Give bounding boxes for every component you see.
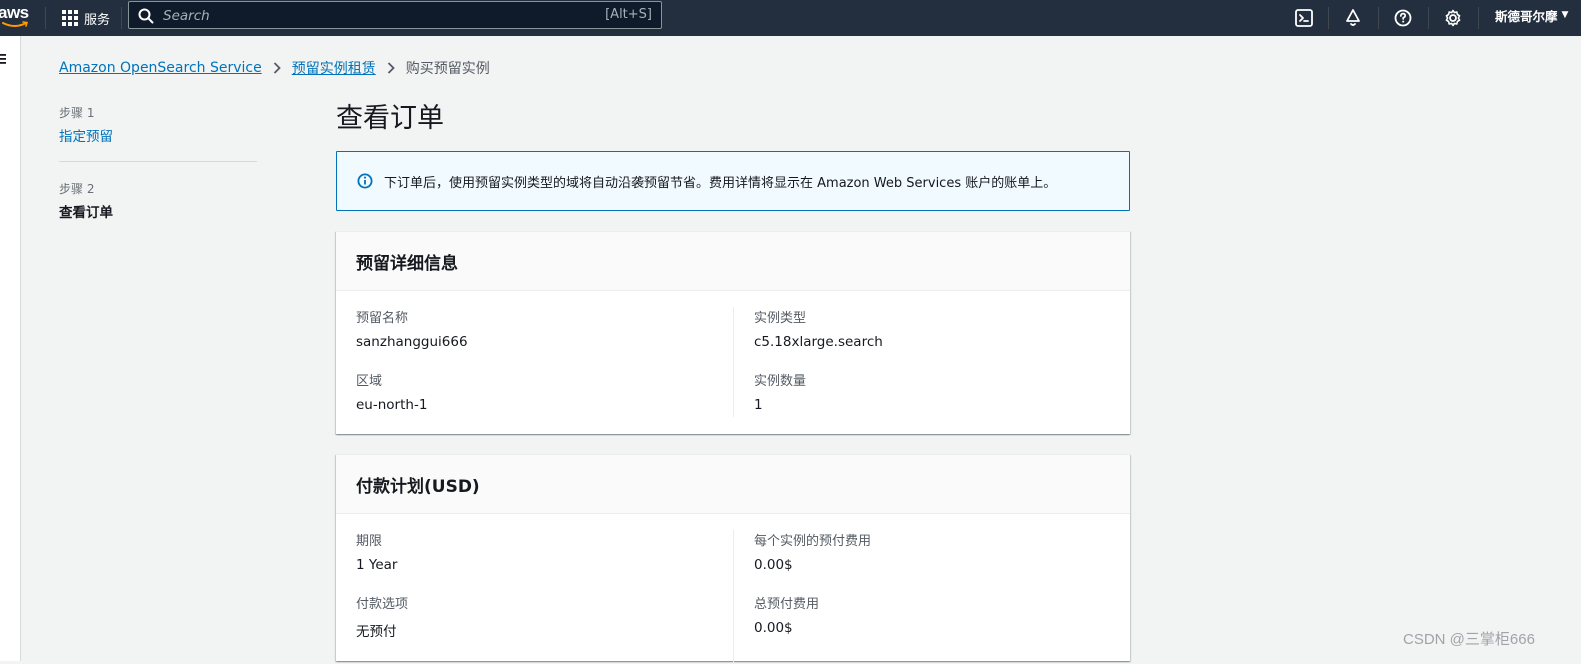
kv-key: 每个实例的预付费用: [754, 534, 872, 549]
kv-instance-type: 实例类型 c5.18xlarge.search: [754, 307, 1130, 350]
step-label: 步骤 2: [59, 182, 95, 196]
watermark: CSDN @三掌柜666: [1403, 631, 1535, 648]
kv-column-left: 期限 1 Year 付款选项 无预付: [356, 530, 734, 660]
kv-value: 1 Year: [356, 557, 398, 573]
kv-value: c5.18xlarge.search: [754, 334, 883, 350]
kv-value: eu-north-1: [356, 397, 428, 413]
side-navigation-rail: [0, 36, 21, 661]
kv-key: 实例类型: [754, 311, 807, 326]
kv-column-right: 每个实例的预付费用 0.00$ 总预付费用 0.00$: [733, 530, 1130, 664]
kv-key: 预留名称: [356, 311, 409, 326]
search-icon: [138, 8, 154, 24]
kv-region: 区域 eu-north-1: [356, 370, 734, 413]
help-button[interactable]: [1391, 6, 1415, 30]
breadcrumb: Amazon OpenSearch Service 预留实例租赁 购买预留实例: [59, 58, 490, 78]
kv-value: 0.00$: [754, 557, 793, 573]
chevron-right-icon: [387, 62, 395, 74]
step-label: 步骤 1: [59, 106, 95, 120]
kv-value: sanzhanggui666: [356, 334, 468, 350]
kv-value: 无预付: [356, 624, 397, 640]
page-title: 查看订单: [336, 103, 444, 134]
services-label: 服务: [84, 12, 111, 28]
help-icon: [1394, 9, 1412, 27]
bell-icon: [1346, 9, 1360, 26]
kv-term: 期限 1 Year: [356, 530, 734, 573]
info-alert: 下订单后，使用预留实例类型的域将自动沿袭预留节省。费用详情将显示在 Amazon…: [336, 151, 1130, 211]
wizard-step-2: 步骤 2 查看订单: [59, 180, 257, 221]
wizard-step-1: 步骤 1 指定预留: [59, 104, 257, 145]
breadcrumb-current: 购买预留实例: [405, 61, 490, 77]
nav-divider: [1378, 7, 1379, 29]
kv-key: 付款选项: [356, 597, 409, 612]
kv-column-right: 实例类型 c5.18xlarge.search 实例数量 1: [733, 307, 1130, 417]
aws-smile-icon: [2, 21, 29, 27]
kv-key: 期限: [356, 534, 383, 549]
search-shortcut-hint: [Alt+S]: [605, 7, 652, 22]
kv-instance-count: 实例数量 1: [754, 370, 1130, 413]
top-navigation: aws 服务 [Alt+S]: [0, 0, 1581, 36]
search-box[interactable]: [Alt+S]: [128, 1, 662, 29]
panel-header: 预留详细信息: [336, 232, 1130, 291]
nav-divider: [1428, 7, 1429, 29]
kv-payment-option: 付款选项 无预付: [356, 593, 734, 640]
nav-divider: [1328, 7, 1329, 29]
services-menu-button[interactable]: 服务: [62, 0, 110, 36]
info-icon: [357, 173, 373, 189]
aws-logo[interactable]: aws: [0, 2, 36, 32]
aws-logo-text: aws: [0, 3, 29, 22]
breadcrumb-link-reserved-instances[interactable]: 预留实例租赁: [292, 58, 376, 78]
gear-icon: [1445, 9, 1461, 27]
kv-value: 1: [754, 397, 763, 413]
panel-title: 预留详细信息: [356, 254, 458, 274]
settings-button[interactable]: [1441, 6, 1465, 30]
kv-key: 区域: [356, 374, 383, 389]
step-current-review-order: 查看订单: [59, 205, 113, 221]
notifications-button[interactable]: [1341, 6, 1365, 30]
nav-divider: [1478, 7, 1479, 29]
wizard-steps: 步骤 1 指定预留 步骤 2 查看订单: [59, 104, 257, 221]
cloudshell-button[interactable]: [1292, 6, 1316, 30]
terminal-icon: [1295, 9, 1313, 27]
kv-reservation-name: 预留名称 sanzhanggui666: [356, 307, 734, 350]
kv-column-left: 预留名称 sanzhanggui666 区域 eu-north-1: [356, 307, 734, 433]
kv-upfront-per-instance: 每个实例的预付费用 0.00$: [754, 530, 1130, 573]
open-navigation-button[interactable]: [0, 50, 7, 69]
panel-title: 付款计划(USD): [356, 477, 480, 497]
reservation-details-panel: 预留详细信息 预留名称 sanzhanggui666 区域 eu-north-1…: [336, 231, 1130, 434]
breadcrumb-link-opensearch[interactable]: Amazon OpenSearch Service: [59, 60, 262, 76]
nav-divider: [45, 7, 46, 29]
step-divider: [59, 161, 257, 162]
nav-divider: [121, 7, 122, 29]
account-menu-button[interactable]: 斯德哥尔摩 ▼: [1495, 0, 1568, 30]
menu-icon: [0, 54, 6, 64]
kv-key: 实例数量: [754, 374, 807, 389]
step-link-specify-reservation[interactable]: 指定预留: [59, 125, 257, 145]
user-name: 斯德哥尔摩: [1495, 8, 1558, 24]
panel-header: 付款计划(USD): [336, 455, 1130, 514]
kv-key: 总预付费用: [754, 597, 820, 612]
payment-plan-panel: 付款计划(USD) 期限 1 Year 付款选项 无预付 每个实例的预付费用 0…: [336, 454, 1130, 664]
chevron-right-icon: [273, 62, 281, 74]
kv-value: 0.00$: [754, 620, 793, 636]
grid-icon: [62, 10, 78, 26]
caret-down-icon: ▼: [1561, 10, 1569, 20]
search-input[interactable]: [161, 5, 585, 27]
info-alert-text: 下订单后，使用预留实例类型的域将自动沿袭预留节省。费用详情将显示在 Amazon…: [384, 176, 1057, 191]
kv-total-upfront: 总预付费用 0.00$: [754, 593, 1130, 636]
